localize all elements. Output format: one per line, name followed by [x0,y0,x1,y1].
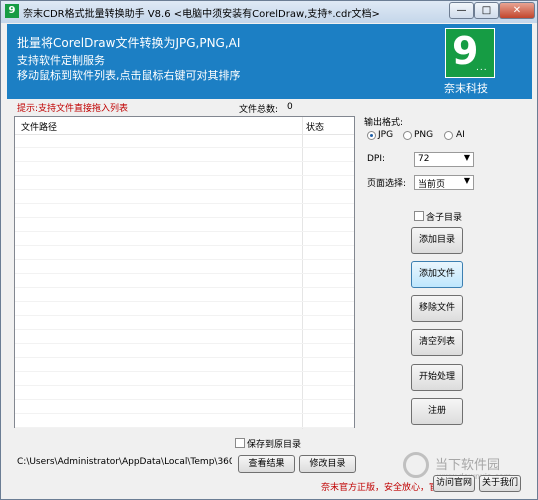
page-select[interactable]: 当前页 ▼ [414,175,474,190]
save-to-source-label[interactable]: 保存到原目录 [247,437,301,450]
logo-dots: ... [476,63,488,73]
format-radio-jpg[interactable] [367,131,376,140]
output-format-label: 输出格式: [364,118,404,128]
total-files-label: 文件总数: [239,105,279,115]
remove-file-button[interactable]: 移除文件 [411,295,463,322]
list-row [15,288,354,302]
list-row [15,302,354,316]
list-row [15,274,354,288]
window-title: 奈末CDR格式批量转换助手 V8.6 <电脑中须安装有CorelDraw,支持*… [23,9,380,20]
total-files-value: 0 [287,102,293,112]
minimize-button[interactable]: — [449,2,474,19]
company-logo: 9 ... [445,28,495,78]
banner-line-1: 批量将CorelDraw文件转换为JPG,PNG,AI [17,36,241,50]
start-process-button[interactable]: 开始处理 [411,364,463,391]
maximize-button[interactable]: □ [474,2,499,19]
watermark-logo-icon [403,452,429,478]
list-row [15,218,354,232]
list-row [15,162,354,176]
list-row [15,260,354,274]
dpi-select[interactable]: 72 ▼ [414,152,474,167]
include-subdir-checkbox[interactable] [414,211,424,221]
drag-hint: 提示:支持文件直接拖入列表 [17,104,129,114]
list-row [15,358,354,372]
banner-line-3: 移动鼠标到软件列表,点击鼠标右键可对其排序 [17,69,241,82]
banner-line-2: 支持软件定制服务 [17,54,105,67]
add-directory-button[interactable]: 添加目录 [411,227,463,254]
format-label-ai[interactable]: AI [456,130,465,140]
close-button[interactable]: ✕ [499,2,535,19]
format-radio-png[interactable] [403,131,412,140]
list-row [15,330,354,344]
list-row [15,414,354,428]
list-row [15,232,354,246]
list-row [15,190,354,204]
list-row [15,344,354,358]
view-result-button[interactable]: 查看结果 [238,455,295,473]
app-icon: 9 [5,4,19,18]
dpi-label: DPI: [367,154,386,164]
page-value: 当前页 [418,180,446,190]
change-directory-button[interactable]: 修改目录 [299,455,356,473]
company-name: 奈末科技 [444,82,488,95]
list-row [15,134,354,148]
output-path-field[interactable]: C:\Users\Administrator\AppData\Local\Tem… [17,457,232,471]
column-header-status[interactable]: 状态 [306,120,324,133]
title-bar: 9 奈末CDR格式批量转换助手 V8.6 <电脑中须安装有CorelDraw,支… [1,1,537,23]
clear-list-button[interactable]: 清空列表 [411,329,463,356]
file-list[interactable]: 文件路径 状态 [14,116,355,429]
include-subdir-label[interactable]: 含子目录 [426,210,462,223]
chevron-down-icon: ▼ [463,153,470,162]
list-rows [15,134,354,428]
list-row [15,176,354,190]
watermark-text: 当下软件园 [435,458,501,473]
about-us-button[interactable]: 关于我们 [479,475,521,492]
format-label-png[interactable]: PNG [414,130,433,140]
list-row [15,204,354,218]
dpi-value: 72 [418,154,430,164]
chevron-down-icon: ▼ [463,176,470,185]
save-to-source-checkbox[interactable] [235,438,245,448]
format-radio-ai[interactable] [444,131,453,140]
column-header-path[interactable]: 文件路径 [21,120,57,133]
list-row [15,316,354,330]
list-header: 文件路径 状态 [15,117,354,135]
page-select-label: 页面选择: [367,179,407,189]
app-window: 9 奈末CDR格式批量转换助手 V8.6 <电脑中须安装有CorelDraw,支… [0,0,538,500]
list-row [15,400,354,414]
list-row [15,386,354,400]
visit-website-button[interactable]: 访问官网 [433,475,475,492]
list-row [15,148,354,162]
format-label-jpg[interactable]: JPG [378,130,393,140]
register-button[interactable]: 注册 [411,398,463,425]
list-row [15,246,354,260]
logo-nine: 9 [452,29,479,73]
list-row [15,372,354,386]
header-banner: 批量将CorelDraw文件转换为JPG,PNG,AI 支持软件定制服务 移动鼠… [7,24,532,99]
add-file-button[interactable]: 添加文件 [411,261,463,288]
